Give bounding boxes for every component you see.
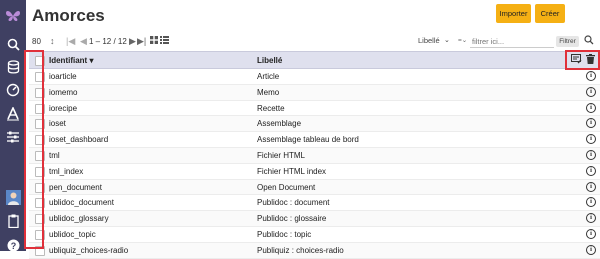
last-page-icon[interactable]: ▶|	[137, 36, 146, 47]
avatar[interactable]	[0, 187, 26, 207]
row-id: ublidoc_topic	[49, 229, 96, 239]
row-id: tml_index	[49, 166, 84, 176]
info-icon[interactable]: i	[586, 71, 596, 81]
info-icon[interactable]: i	[586, 149, 596, 160]
row-checkbox[interactable]	[35, 119, 45, 130]
row-label: Fichier HTML index	[257, 166, 327, 176]
row-checkbox[interactable]	[35, 103, 45, 114]
row-checkbox[interactable]	[35, 150, 45, 161]
operator-icon[interactable]: =⌄	[458, 36, 467, 44]
row-label: Assemblage tableau de bord	[257, 135, 359, 145]
row-checkbox[interactable]	[35, 72, 45, 82]
grid-view-icon[interactable]	[150, 36, 158, 46]
table-row[interactable]: tml Fichier HTML i	[29, 147, 600, 164]
select-all-checkbox[interactable]	[35, 56, 45, 66]
row-id: iorecipe	[49, 103, 78, 113]
info-icon[interactable]: i	[586, 102, 596, 113]
info-icon[interactable]: i	[586, 86, 596, 97]
table-row[interactable]: ioarticle Article i	[29, 69, 600, 85]
page-title: Amorces	[32, 6, 105, 25]
next-page-icon[interactable]: ▶	[129, 36, 136, 47]
row-label: Publidoc : topic	[257, 229, 312, 239]
table-row[interactable]: ioset_dashboard Assemblage tableau de bor…	[29, 132, 600, 148]
row-checkbox[interactable]	[35, 166, 45, 177]
sort-desc-icon[interactable]: ▾	[89, 56, 93, 65]
edit-list-icon[interactable]	[571, 54, 582, 66]
info-icon[interactable]: i	[586, 244, 596, 255]
table-row[interactable]: ublidoc_topic Publidoc : topic i	[29, 227, 600, 243]
row-label: Recette	[257, 103, 285, 113]
row-id: iomemo	[49, 87, 78, 97]
sliders-icon[interactable]	[0, 127, 26, 147]
row-label: Assemblage	[257, 119, 302, 129]
row-checkbox[interactable]	[35, 182, 45, 193]
table-row[interactable]: pen_document Open Document i	[29, 179, 600, 196]
database-icon[interactable]	[0, 57, 26, 77]
info-icon[interactable]: i	[586, 228, 596, 239]
row-id: ioset_dashboard	[49, 135, 109, 145]
info-icon[interactable]: i	[586, 165, 596, 176]
table-row[interactable]: ioset Assemblage i	[29, 116, 600, 133]
data-table: Identifiant ▾ Libellé ioarticle Article i i…	[29, 51, 600, 259]
info-icon[interactable]: i	[586, 213, 596, 224]
first-page-icon[interactable]: |◀	[66, 36, 75, 47]
sort-arrows-icon[interactable]: ↕	[50, 36, 55, 46]
row-label: Memo	[257, 87, 280, 97]
table-body: ioarticle Article i iomemo Memo i iorecipe Rece…	[29, 69, 600, 259]
row-id: pen_document	[49, 182, 102, 192]
column-header-label[interactable]: Libellé	[257, 56, 282, 65]
clipboard-icon[interactable]	[0, 211, 26, 231]
typography-icon[interactable]	[0, 104, 26, 124]
filter-button[interactable]: Filtrer	[556, 36, 579, 47]
butterfly-logo-icon[interactable]	[0, 6, 26, 26]
table-header: Identifiant ▾ Libellé	[29, 51, 600, 69]
list-toolbar: 80 ↕ |◀ ◀ 1 – 12 / 12 ▶ ▶| Libellé ⌄ =⌄ …	[26, 35, 600, 49]
row-label: Article	[257, 72, 280, 81]
table-row[interactable]: tml_index Fichier HTML index i	[29, 164, 600, 180]
trash-icon[interactable]	[586, 54, 595, 66]
row-checkbox[interactable]	[35, 229, 45, 240]
table-row[interactable]: iorecipe Recette i	[29, 101, 600, 117]
table-row[interactable]: iomemo Memo i	[29, 84, 600, 101]
chevron-down-icon[interactable]: ⌄	[444, 36, 450, 44]
row-checkbox[interactable]	[35, 135, 45, 146]
filter-input[interactable]	[470, 35, 554, 48]
dashboard-gauge-icon[interactable]	[0, 80, 26, 100]
info-icon[interactable]: i	[586, 181, 596, 192]
search-icon[interactable]	[584, 35, 594, 47]
column-header-id-label: Identifiant	[49, 56, 88, 65]
row-checkbox[interactable]	[35, 198, 45, 209]
import-button[interactable]: Importer	[496, 4, 531, 23]
row-label: Open Document	[257, 182, 316, 192]
row-id: tml	[49, 150, 60, 160]
row-checkbox[interactable]	[35, 214, 45, 225]
column-header-id[interactable]: Identifiant ▾	[49, 56, 93, 65]
table-row[interactable]: ublidoc_glossary Publidoc : glossaire i	[29, 211, 600, 227]
create-button[interactable]: Créer	[535, 4, 565, 23]
row-label: Publidoc : glossaire	[257, 214, 327, 224]
sidebar: ?	[0, 0, 26, 251]
info-icon[interactable]: i	[586, 197, 596, 208]
svg-text:?: ?	[10, 241, 16, 251]
row-id: ublidoc_document	[49, 198, 114, 208]
row-id: ubliquiz_choices-radio	[49, 245, 129, 255]
help-icon[interactable]: ?	[0, 235, 26, 255]
row-label: Fichier HTML	[257, 150, 306, 160]
row-label: Publiquiz : choices-radio	[257, 245, 344, 255]
prev-page-icon[interactable]: ◀	[80, 36, 87, 47]
row-label: Publidoc : document	[257, 198, 330, 208]
row-id: ioset	[49, 119, 66, 129]
info-icon[interactable]: i	[586, 134, 596, 145]
row-checkbox[interactable]	[35, 87, 45, 98]
table-row[interactable]: ublidoc_document Publidoc : document i	[29, 195, 600, 212]
pagination-range: 1 – 12 / 12	[89, 37, 127, 46]
row-id: ublidoc_glossary	[49, 214, 109, 224]
list-view-icon[interactable]	[160, 36, 169, 46]
info-icon[interactable]: i	[586, 118, 596, 129]
search-icon[interactable]	[0, 34, 26, 54]
row-id: ioarticle	[49, 72, 77, 81]
page-size-select[interactable]: 80	[32, 37, 41, 46]
main-panel: Amorces Importer Créer 80 ↕ |◀ ◀ 1 – 12 …	[26, 0, 600, 259]
